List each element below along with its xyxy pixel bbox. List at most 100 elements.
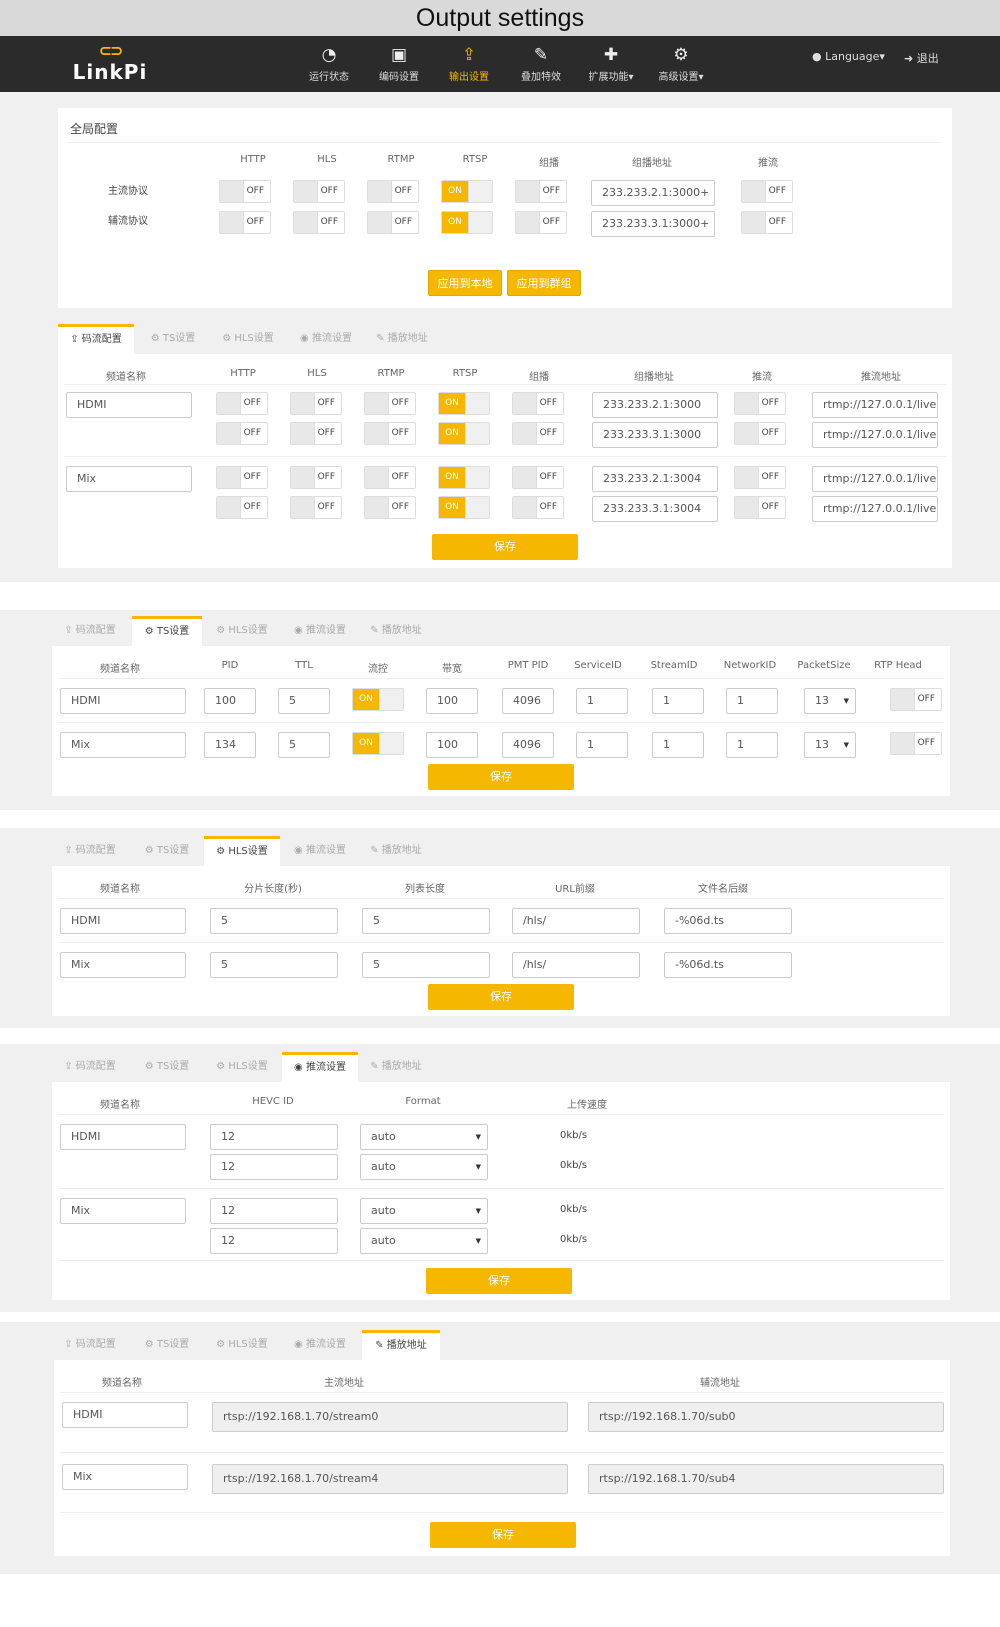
global-main-hls-toggle[interactable]: OFF xyxy=(293,180,345,203)
tab-hls[interactable]: ⚙ HLS设置 xyxy=(204,616,280,646)
play-name-mix[interactable]: Mix xyxy=(62,1464,188,1490)
play-main-url-mix[interactable]: rtsp://192.168.1.70/stream4 xyxy=(212,1464,568,1494)
mix-main-rtsp-toggle[interactable]: ON xyxy=(438,466,490,489)
ts-stream-id-mix[interactable]: 1 xyxy=(652,732,704,758)
hdmi-sub-rtsp-toggle[interactable]: ON xyxy=(438,422,490,445)
mix-sub-hls-toggle[interactable]: OFF xyxy=(290,496,342,519)
hls-name-hdmi[interactable]: HDMI xyxy=(60,908,186,934)
ts-service-id-mix[interactable]: 1 xyxy=(576,732,628,758)
tab-hls[interactable]: ⚙ HLS设置 xyxy=(210,324,286,354)
play-name-hdmi[interactable]: HDMI xyxy=(62,1402,188,1428)
push-hevc-id-hdmi-2[interactable]: 12 xyxy=(210,1154,338,1180)
push-format-mix-2[interactable]: auto ▼ xyxy=(360,1228,488,1254)
hdmi-main-rtmp-toggle[interactable]: OFF xyxy=(364,392,416,415)
tab-stream-config[interactable]: ⇪ 码流配置 xyxy=(52,1330,128,1360)
mix-sub-rtmp-toggle[interactable]: OFF xyxy=(364,496,416,519)
channel-name-hdmi[interactable]: HDMI xyxy=(66,392,192,418)
hdmi-main-hls-toggle[interactable]: OFF xyxy=(290,392,342,415)
tab-push[interactable]: ◉ 推流设置 xyxy=(282,616,358,646)
global-sub-http-toggle[interactable]: OFF xyxy=(219,211,271,234)
ts-rtp-head-toggle-hdmi[interactable]: OFF xyxy=(890,688,942,711)
play-sub-url-hdmi[interactable]: rtsp://192.168.1.70/sub0 xyxy=(588,1402,944,1432)
ts-network-id-mix[interactable]: 1 xyxy=(726,732,778,758)
ts-pid-hdmi[interactable]: 100 xyxy=(204,688,256,714)
ts-ttl-mix[interactable]: 5 xyxy=(278,732,330,758)
push-hevc-id-mix-1[interactable]: 12 xyxy=(210,1198,338,1224)
tab-play[interactable]: ✎ 播放地址 xyxy=(364,324,440,354)
hls-save-button[interactable]: 保存 xyxy=(428,984,574,1010)
mix-sub-rtsp-toggle[interactable]: ON xyxy=(438,496,490,519)
mix-main-rtmp-toggle[interactable]: OFF xyxy=(364,466,416,489)
global-main-rtsp-toggle[interactable]: ON xyxy=(441,180,493,203)
tab-ts[interactable]: ⚙ TS设置 xyxy=(132,1052,202,1082)
apply-group-button[interactable]: 应用到群组 xyxy=(507,270,581,296)
mix-sub-push-toggle[interactable]: OFF xyxy=(734,496,786,519)
ts-network-id-hdmi[interactable]: 1 xyxy=(726,688,778,714)
ts-stream-id-hdmi[interactable]: 1 xyxy=(652,688,704,714)
tab-push[interactable]: ◉ 推流设置 xyxy=(288,324,364,354)
push-name-hdmi[interactable]: HDMI xyxy=(60,1124,186,1150)
tab-play[interactable]: ✎ 播放地址 xyxy=(362,1330,440,1360)
nav-overlay[interactable]: ✎ 叠加特效 xyxy=(506,44,576,83)
global-sub-multicast-toggle[interactable]: OFF xyxy=(515,211,567,234)
mix-sub-push-url[interactable]: rtmp://127.0.0.1/live xyxy=(812,496,938,522)
mix-main-http-toggle[interactable]: OFF xyxy=(216,466,268,489)
hdmi-main-rtsp-toggle[interactable]: ON xyxy=(438,392,490,415)
global-main-multicast-addr[interactable]: 233.233.2.1:3000+ xyxy=(591,180,715,206)
mix-main-push-toggle[interactable]: OFF xyxy=(734,466,786,489)
hdmi-main-multicast-addr[interactable]: 233.233.2.1:3000 xyxy=(592,392,718,418)
ts-rtp-head-toggle-mix[interactable]: OFF xyxy=(890,732,942,755)
push-save-button[interactable]: 保存 xyxy=(426,1268,572,1294)
hls-file-suffix-mix[interactable]: -%06d.ts xyxy=(664,952,792,978)
hdmi-main-multicast-toggle[interactable]: OFF xyxy=(512,392,564,415)
push-hevc-id-hdmi-1[interactable]: 12 xyxy=(210,1124,338,1150)
ts-save-button[interactable]: 保存 xyxy=(428,764,574,790)
push-name-mix[interactable]: Mix xyxy=(60,1198,186,1224)
ts-bandwidth-mix[interactable]: 100 xyxy=(426,732,478,758)
ts-name-mix[interactable]: Mix xyxy=(60,732,186,758)
mix-main-push-url[interactable]: rtmp://127.0.0.1/live xyxy=(812,466,938,492)
hls-segment-hdmi[interactable]: 5 xyxy=(210,908,338,934)
tab-play[interactable]: ✎ 播放地址 xyxy=(358,836,434,866)
hdmi-main-http-toggle[interactable]: OFF xyxy=(216,392,268,415)
mix-main-hls-toggle[interactable]: OFF xyxy=(290,466,342,489)
mix-sub-http-toggle[interactable]: OFF xyxy=(216,496,268,519)
nav-output[interactable]: ⇪ 输出设置 xyxy=(434,44,504,83)
nav-status[interactable]: ◔ 运行状态 xyxy=(294,44,364,83)
ts-pmt-pid-mix[interactable]: 4096 xyxy=(502,732,554,758)
tab-play[interactable]: ✎ 播放地址 xyxy=(358,616,434,646)
tab-ts[interactable]: ⚙ TS设置 xyxy=(132,616,202,646)
tab-play[interactable]: ✎ 播放地址 xyxy=(358,1052,434,1082)
play-main-url-hdmi[interactable]: rtsp://192.168.1.70/stream0 xyxy=(212,1402,568,1432)
tab-push[interactable]: ◉ 推流设置 xyxy=(282,1330,358,1360)
play-save-button[interactable]: 保存 xyxy=(430,1522,576,1548)
ts-flow-toggle-hdmi[interactable]: ON xyxy=(352,688,404,711)
nav-extension[interactable]: ✚ 扩展功能▾ xyxy=(576,44,646,83)
hdmi-main-push-url[interactable]: rtmp://127.0.0.1/live xyxy=(812,392,938,418)
apply-local-button[interactable]: 应用到本地 xyxy=(428,270,502,296)
tab-stream-config[interactable]: ⇪ 码流配置 xyxy=(52,1052,128,1082)
ts-flow-toggle-mix[interactable]: ON xyxy=(352,732,404,755)
push-format-hdmi-1[interactable]: auto ▼ xyxy=(360,1124,488,1150)
hdmi-main-push-toggle[interactable]: OFF xyxy=(734,392,786,415)
global-sub-push-toggle[interactable]: OFF xyxy=(741,211,793,234)
play-sub-url-mix[interactable]: rtsp://192.168.1.70/sub4 xyxy=(588,1464,944,1494)
tab-hls[interactable]: ⚙ HLS设置 xyxy=(204,836,280,866)
logout-link[interactable]: ➜ 退出 xyxy=(904,50,939,66)
push-format-mix-1[interactable]: auto ▼ xyxy=(360,1198,488,1224)
hls-list-length-mix[interactable]: 5 xyxy=(362,952,490,978)
hdmi-sub-hls-toggle[interactable]: OFF xyxy=(290,422,342,445)
global-sub-rtsp-toggle[interactable]: ON xyxy=(441,211,493,234)
language-menu[interactable]: ● Language▾ xyxy=(812,50,885,63)
hdmi-sub-push-toggle[interactable]: OFF xyxy=(734,422,786,445)
hdmi-sub-multicast-toggle[interactable]: OFF xyxy=(512,422,564,445)
ts-name-hdmi[interactable]: HDMI xyxy=(60,688,186,714)
tab-ts[interactable]: ⚙ TS设置 xyxy=(138,324,208,354)
push-hevc-id-mix-2[interactable]: 12 xyxy=(210,1228,338,1254)
ts-pid-mix[interactable]: 134 xyxy=(204,732,256,758)
global-main-rtmp-toggle[interactable]: OFF xyxy=(367,180,419,203)
tab-stream-config[interactable]: ⇪ 码流配置 xyxy=(52,616,128,646)
tab-hls[interactable]: ⚙ HLS设置 xyxy=(204,1052,280,1082)
tab-ts[interactable]: ⚙ TS设置 xyxy=(132,836,202,866)
hls-file-suffix-hdmi[interactable]: -%06d.ts xyxy=(664,908,792,934)
